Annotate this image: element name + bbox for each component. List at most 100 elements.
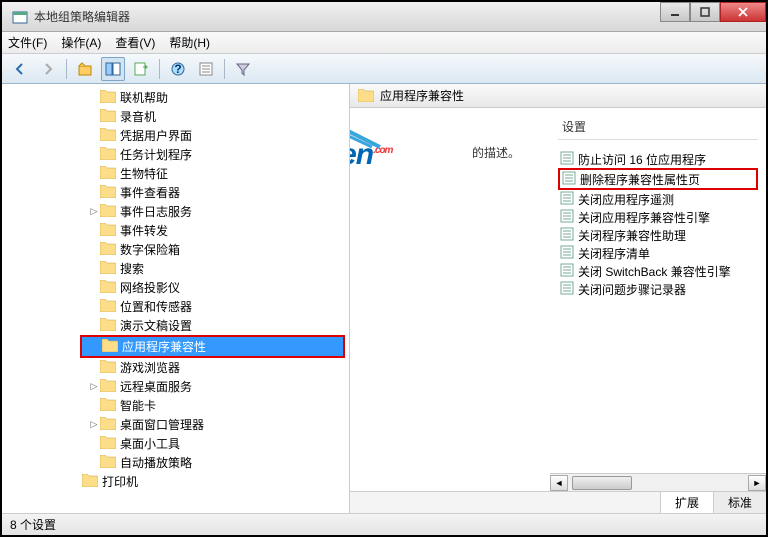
tree-item[interactable]: 智能卡: [2, 396, 349, 415]
expand-toggle[interactable]: ▷: [88, 206, 100, 217]
tab-extended[interactable]: 扩展: [660, 491, 714, 513]
tree-item[interactable]: 演示文稿设置: [2, 316, 349, 335]
tree-label: 智能卡: [120, 397, 156, 414]
tree-item[interactable]: ▷事件日志服务: [2, 202, 349, 221]
setting-label: 关闭应用程序遥测: [578, 191, 674, 208]
setting-label: 关闭问题步骤记录器: [578, 281, 686, 298]
tree-item[interactable]: ▷ 远程桌面服务: [2, 377, 349, 396]
tree-panel[interactable]: 联机帮助录音机凭据用户界面任务计划程序生物特征事件查看器▷事件日志服务事件转发数…: [2, 84, 350, 513]
description-panel: Windows7en.com 的描述。: [350, 108, 550, 491]
scroll-thumb[interactable]: [572, 476, 632, 490]
folder-icon: [102, 339, 122, 355]
properties-button[interactable]: [194, 57, 218, 81]
setting-icon: [560, 151, 578, 168]
setting-label: 删除程序兼容性属性页: [580, 171, 700, 188]
tree-item[interactable]: 位置和传感器: [2, 297, 349, 316]
tab-standard[interactable]: 标准: [713, 491, 766, 513]
setting-item[interactable]: 关闭程序兼容性助理: [558, 226, 758, 244]
folder-icon: [100, 242, 120, 258]
minimize-button[interactable]: [660, 2, 690, 22]
tree-item[interactable]: 录音机: [2, 107, 349, 126]
filter-button[interactable]: [231, 57, 255, 81]
setting-item[interactable]: 关闭应用程序遥测: [558, 190, 758, 208]
tree-item[interactable]: 任务计划程序: [2, 145, 349, 164]
folder-icon: [100, 166, 120, 182]
setting-item[interactable]: 删除程序兼容性属性页: [560, 170, 756, 188]
tree-label: 事件转发: [120, 222, 168, 239]
settings-panel: 设置 防止访问 16 位应用程序删除程序兼容性属性页关闭应用程序遥测关闭应用程序…: [550, 108, 766, 491]
separator: [66, 59, 67, 79]
tree-item[interactable]: 事件转发: [2, 221, 349, 240]
window-title: 本地组策略编辑器: [34, 8, 762, 25]
tree-label: 联机帮助: [120, 89, 168, 106]
tree-label: 网络投影仪: [120, 279, 180, 296]
tree-item[interactable]: 网络投影仪: [2, 278, 349, 297]
tree-item[interactable]: ▷桌面窗口管理器: [2, 415, 349, 434]
tree-item[interactable]: 凭据用户界面: [2, 126, 349, 145]
maximize-button[interactable]: [690, 2, 720, 22]
tree-item[interactable]: 自动播放策略: [2, 453, 349, 472]
tree-item[interactable]: 打印机: [2, 472, 349, 491]
content-header: 应用程序兼容性: [350, 84, 766, 108]
scroll-right-button[interactable]: ►: [748, 475, 766, 491]
forward-button[interactable]: [36, 57, 60, 81]
folder-icon: [100, 318, 120, 334]
folder-icon: [100, 436, 120, 452]
scroll-track[interactable]: [568, 476, 748, 490]
tree-label: 录音机: [120, 108, 156, 125]
export-button[interactable]: [129, 57, 153, 81]
statusbar: 8 个设置: [2, 513, 766, 535]
menu-view[interactable]: 查看(V): [115, 34, 155, 51]
tree-item[interactable]: 游戏浏览器: [2, 358, 349, 377]
menu-action[interactable]: 操作(A): [61, 34, 101, 51]
menu-file[interactable]: 文件(F): [8, 34, 47, 51]
help-button[interactable]: ?: [166, 57, 190, 81]
folder-icon: [100, 147, 120, 163]
setting-item[interactable]: 防止访问 16 位应用程序: [558, 150, 758, 168]
folder-icon: [100, 185, 120, 201]
folder-icon: [100, 299, 120, 315]
toolbar: ?: [2, 54, 766, 84]
setting-item[interactable]: 关闭 SwitchBack 兼容性引擎: [558, 262, 758, 280]
expand-toggle[interactable]: ▷: [88, 419, 100, 430]
tree-item[interactable]: 搜索: [2, 259, 349, 278]
settings-column-header[interactable]: 设置: [558, 118, 758, 140]
setting-label: 关闭程序兼容性助理: [578, 227, 686, 244]
titlebar[interactable]: 本地组策略编辑器: [2, 2, 766, 32]
show-hide-tree-button[interactable]: [101, 57, 125, 81]
content-panel: 应用程序兼容性 Windows7en.com 的描述。 设置 防止访问 16 位…: [350, 84, 766, 513]
tree-label: 远程桌面服务: [120, 378, 192, 395]
back-button[interactable]: [8, 57, 32, 81]
menu-help[interactable]: 帮助(H): [169, 34, 210, 51]
scroll-left-button[interactable]: ◄: [550, 475, 568, 491]
setting-item[interactable]: 关闭应用程序兼容性引擎: [558, 208, 758, 226]
window-controls: [660, 2, 766, 22]
menubar: 文件(F) 操作(A) 查看(V) 帮助(H): [2, 32, 766, 54]
tree-item[interactable]: 事件查看器: [2, 183, 349, 202]
tree-item[interactable]: 应用程序兼容性: [82, 337, 343, 356]
tree-label: 凭据用户界面: [120, 127, 192, 144]
tree-label: 游戏浏览器: [120, 359, 180, 376]
svg-text:?: ?: [174, 62, 181, 76]
setting-label: 关闭程序清单: [578, 245, 650, 262]
setting-icon: [560, 227, 578, 244]
setting-icon: [560, 263, 578, 280]
setting-item[interactable]: 关闭程序清单: [558, 244, 758, 262]
up-button[interactable]: [73, 57, 97, 81]
tree-item[interactable]: 生物特征: [2, 164, 349, 183]
window: 本地组策略编辑器 文件(F) 操作(A) 查看(V) 帮助(H) ? 联机帮助录…: [2, 2, 766, 535]
folder-icon: [100, 360, 120, 376]
tree-label: 应用程序兼容性: [122, 338, 206, 355]
tree-item[interactable]: 数字保险箱: [2, 240, 349, 259]
tree-item[interactable]: 联机帮助: [2, 88, 349, 107]
tree-label: 自动播放策略: [120, 454, 192, 471]
horizontal-scrollbar[interactable]: ◄ ►: [550, 473, 766, 491]
folder-icon: [82, 474, 102, 490]
folder-icon: [100, 417, 120, 433]
close-button[interactable]: [720, 2, 766, 22]
expand-toggle[interactable]: ▷: [88, 381, 100, 392]
tree-item[interactable]: 桌面小工具: [2, 434, 349, 453]
tree-label: 演示文稿设置: [120, 317, 192, 334]
setting-item[interactable]: 关闭问题步骤记录器: [558, 280, 758, 298]
folder-icon: [100, 455, 120, 471]
